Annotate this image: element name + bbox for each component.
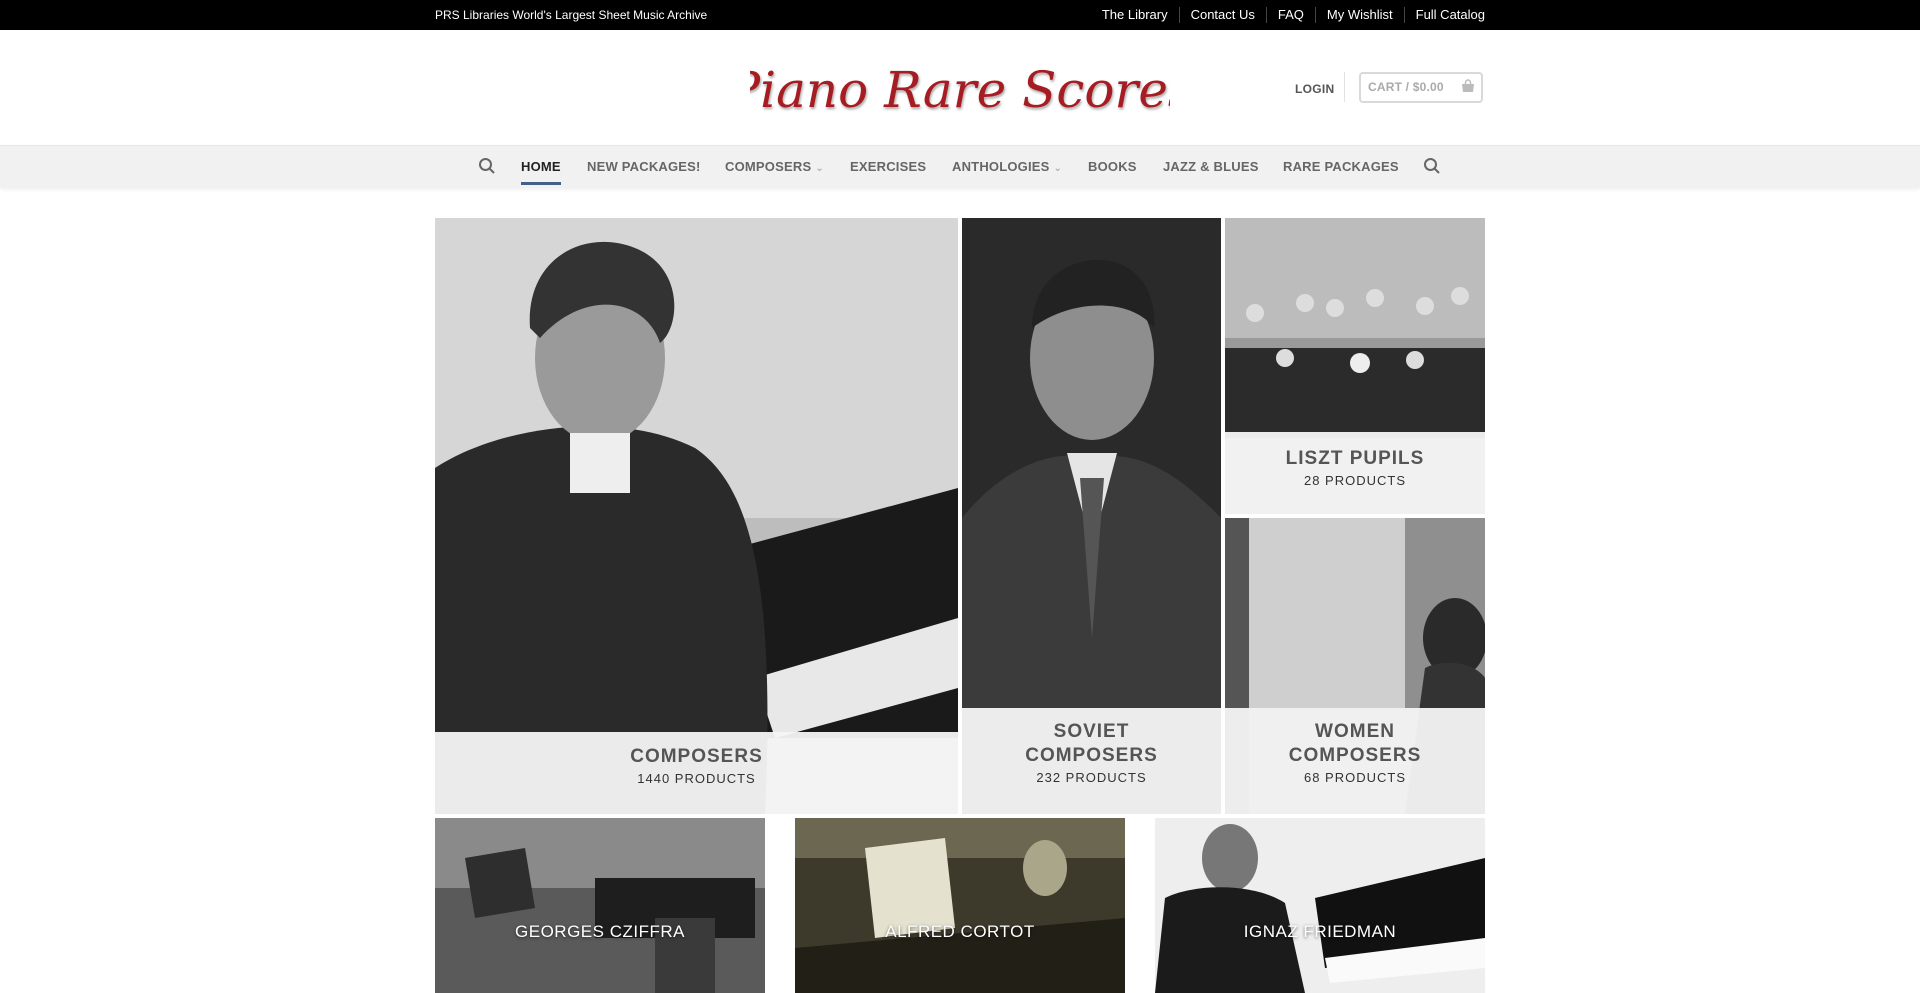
pianist-photo [435,818,765,993]
nav-new-packages[interactable]: NEW PACKAGES! [587,159,701,174]
nav-anthologies[interactable]: ANTHOLOGIES ⌄ [952,159,1062,174]
pianist-photo [1155,818,1485,993]
composer-photo [435,218,958,814]
category-caption: COMPOSERS 1440 PRODUCTS [435,732,958,814]
category-title: COMPOSERS [630,746,763,767]
top-bar: PRS Libraries World's Largest Sheet Musi… [0,0,1920,30]
nav-exercises[interactable]: EXERCISES [850,159,926,174]
category-title-line2: COMPOSERS [1025,745,1158,766]
top-link-library[interactable]: The Library [1091,7,1179,23]
category-count: 28 PRODUCTS [1303,473,1407,488]
category-caption: WOMEN COMPOSERS 68 PRODUCTS [1225,708,1485,814]
chevron-down-icon: ⌄ [815,163,824,174]
category-women-composers[interactable]: WOMEN COMPOSERS 68 PRODUCTS [1225,518,1485,814]
featured-tile-cziffra[interactable]: GEORGES CZIFFRA [435,818,765,993]
category-count: 68 PRODUCTS [1303,770,1407,785]
category-title-line1: WOMEN [1315,721,1395,742]
category-composers[interactable]: COMPOSERS 1440 PRODUCTS [435,218,958,814]
cart-button[interactable]: CART / $0.00 [1359,72,1483,103]
category-liszt-pupils[interactable]: LISZT PUPILS 28 PRODUCTS [1225,218,1485,514]
nav-books[interactable]: BOOKS [1088,159,1137,174]
featured-label: ALFRED CORTOT [885,922,1035,941]
search-icon[interactable] [478,157,496,175]
top-link-wishlist[interactable]: My Wishlist [1314,7,1404,23]
header-divider [1344,72,1345,102]
login-link[interactable]: LOGIN [1295,82,1335,96]
top-links: The Library Contact Us FAQ My Wishlist F… [1091,7,1485,23]
top-link-catalog[interactable]: Full Catalog [1403,7,1485,23]
chevron-down-icon: ⌄ [1053,163,1063,174]
top-link-faq[interactable]: FAQ [1265,7,1315,23]
category-title-line1: SOVIET [1053,721,1130,742]
nav-anthologies-label: ANTHOLOGIES [952,159,1050,174]
pianist-photo [795,818,1125,993]
category-caption: LISZT PUPILS 28 PRODUCTS [1225,432,1485,514]
featured-label: IGNAZ FRIEDMAN [1243,922,1397,941]
featured-tile-friedman[interactable]: IGNAZ FRIEDMAN [1155,818,1485,993]
featured-tile-cortot[interactable]: ALFRED CORTOT [795,818,1125,993]
search-icon[interactable] [1423,157,1441,175]
nav-home[interactable]: HOME [521,159,561,174]
main-nav: HOME NEW PACKAGES! COMPOSERS ⌄ EXERCISES … [0,145,1920,188]
nav-composers-label: COMPOSERS [725,159,812,174]
nav-rare-packages[interactable]: RARE PACKAGES [1283,159,1399,174]
logo-text: Piano Rare Scores [750,61,1170,119]
category-count: 1440 PRODUCTS [637,771,756,786]
category-count: 232 PRODUCTS [1036,770,1147,785]
site-logo[interactable]: Piano Rare Scores [750,50,1170,130]
top-link-contact[interactable]: Contact Us [1178,7,1266,23]
site-tagline: PRS Libraries World's Largest Sheet Musi… [435,8,708,22]
nav-composers[interactable]: COMPOSERS ⌄ [725,159,824,174]
category-caption: SOVIET COMPOSERS 232 PRODUCTS [962,708,1221,814]
category-title: LISZT PUPILS [1285,448,1425,469]
category-soviet-composers[interactable]: SOVIET COMPOSERS 232 PRODUCTS [962,218,1221,814]
bag-icon [1462,79,1474,92]
featured-label: GEORGES CZIFFRA [515,922,685,941]
site-header: Piano Rare Scores LOGIN CART / $0.00 [0,30,1920,145]
nav-jazz-blues[interactable]: JAZZ & BLUES [1163,159,1259,174]
category-title-line2: COMPOSERS [1288,745,1422,766]
nav-active-indicator [521,182,561,185]
cart-label: CART / $0.00 [1368,80,1444,94]
